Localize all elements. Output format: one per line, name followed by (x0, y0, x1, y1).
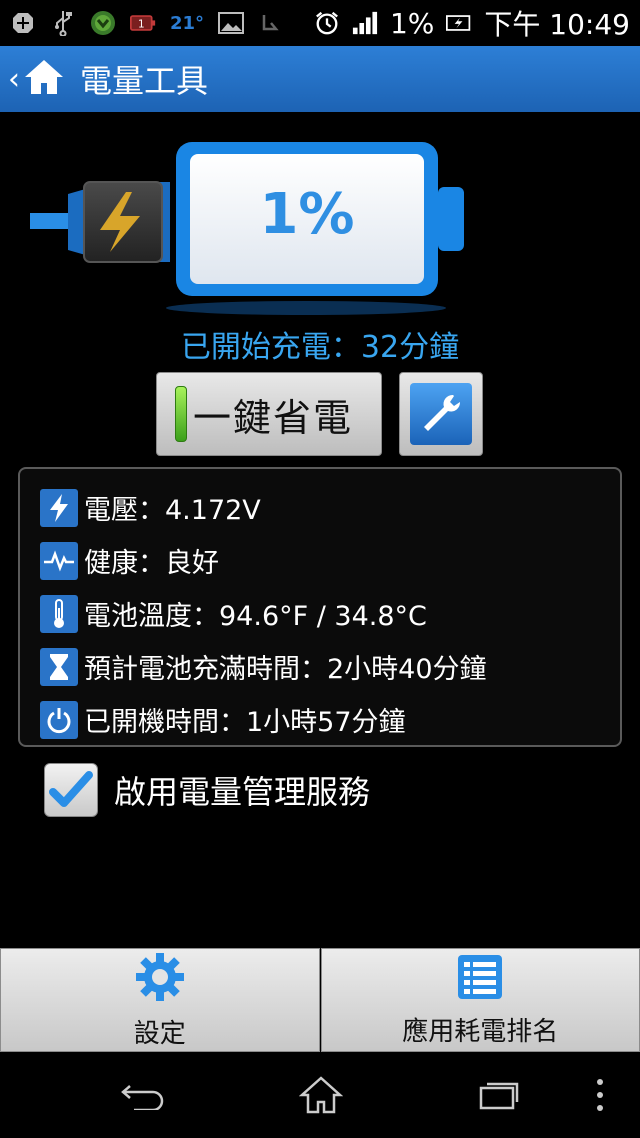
home-icon[interactable] (22, 57, 66, 101)
power-level-indicator (175, 386, 187, 442)
thermometer-icon (40, 594, 78, 633)
alarm-icon (314, 10, 340, 36)
image-icon (218, 10, 245, 36)
tab-app-power-ranking[interactable]: 應用耗電排名 (320, 948, 640, 1052)
shield-icon (90, 10, 116, 36)
nav-menu-button[interactable] (580, 1074, 620, 1116)
clock: 下午 10:49 (484, 8, 630, 41)
page-title: 電量工具 (80, 62, 209, 100)
charging-status: 已開始充電：32分鐘 (180, 330, 460, 365)
status-bar: 1 21° 1% 下午 10:49 (0, 0, 640, 46)
tools-button[interactable] (399, 372, 483, 456)
status-icons-right: 1% 下午 10:49 (314, 3, 630, 43)
list-icon (456, 953, 504, 1005)
home-outline-icon (299, 1076, 343, 1114)
voltage-text: 電壓：4.172V (84, 495, 261, 526)
status-icons-left: 1 21° (10, 10, 284, 36)
info-row-charge-time: 預計電池充滿時間：2小時40分鐘 (20, 640, 620, 693)
recents-icon (479, 1082, 519, 1110)
system-nav-bar (0, 1052, 640, 1138)
back-icon (121, 1085, 164, 1110)
tab-settings[interactable]: 設定 (0, 948, 320, 1052)
checkmark-icon (49, 771, 93, 807)
tab-app-power-ranking-label: 應用耗電排名 (402, 1016, 559, 1047)
service-checkbox[interactable] (44, 763, 98, 817)
lightning-icon (40, 488, 78, 527)
bluetooth-icon (258, 10, 284, 36)
gear-icon (134, 951, 186, 1007)
usb-icon (50, 10, 76, 36)
nav-back-button[interactable] (118, 1074, 168, 1116)
add-icon (10, 10, 36, 36)
nav-home-button[interactable] (296, 1074, 346, 1116)
nav-recents-button[interactable] (474, 1074, 524, 1116)
power-management-service-row[interactable]: 啟用電量管理服務 (44, 762, 370, 818)
wrench-icon (410, 383, 472, 445)
uptime-text: 已開機時間：1小時57分鐘 (84, 707, 406, 738)
svg-text:1: 1 (138, 18, 145, 30)
bottom-tabs: 設定 應用耗電排名 (0, 948, 640, 1052)
back-chevron-icon[interactable]: ‹ (8, 62, 20, 97)
service-label: 啟用電量管理服務 (114, 773, 371, 811)
one-key-save-label: 一鍵省電 (193, 395, 354, 440)
battery-info-panel: 電壓：4.172V 健康：良好 電池溫度：94.6°F / 34.8°C 預計電… (18, 467, 622, 747)
temperature-indicator: 21° (170, 12, 205, 34)
temperature-text: 電池溫度：94.6°F / 34.8°C (84, 601, 427, 632)
charge-time-text: 預計電池充滿時間：2小時40分鐘 (84, 654, 487, 685)
battery-percent-label: 1% (259, 182, 355, 247)
info-row-health: 健康：良好 (20, 534, 620, 587)
action-bar: ‹ 電量工具 (0, 46, 640, 112)
info-row-temperature: 電池溫度：94.6°F / 34.8°C (20, 587, 620, 640)
hourglass-icon (40, 647, 78, 686)
battery-percent-status: 1% (389, 6, 435, 40)
health-text: 健康：良好 (84, 548, 219, 579)
pulse-icon (40, 541, 78, 580)
info-row-voltage: 電壓：4.172V (20, 481, 620, 534)
one-key-save-button[interactable]: 一鍵省電 (156, 372, 382, 456)
signal-icon (352, 10, 378, 36)
battery-alert-icon: 1 (130, 10, 156, 36)
battery-charging-icon (446, 10, 472, 36)
overflow-menu-icon (597, 1079, 603, 1111)
power-icon (40, 700, 78, 739)
tab-settings-label: 設定 (133, 1018, 186, 1049)
info-row-uptime: 已開機時間：1小時57分鐘 (20, 693, 620, 746)
battery-terminal (438, 187, 464, 251)
